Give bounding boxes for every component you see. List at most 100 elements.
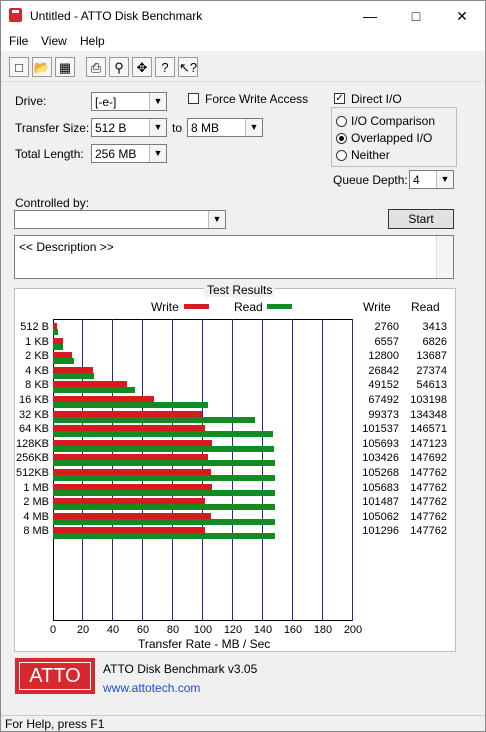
read-value: 54613 [416,379,447,392]
chevron-down-icon: ▼ [208,211,225,228]
y-tick-label: 2 KB [25,350,49,363]
queue-depth-value: 4 [413,173,420,187]
y-tick-label: 128KB [15,437,49,450]
controlled-by-label: Controlled by: [15,196,90,210]
description-scrollbar[interactable] [436,236,453,278]
read-value: 146571 [410,423,447,436]
write-value: 105693 [362,437,399,450]
y-tick-label: 64 KB [19,423,49,436]
start-button[interactable]: Start [388,209,454,229]
force-write-label: Force Write Access [205,92,309,106]
write-value: 101487 [362,496,399,509]
x-tick-label: 100 [193,624,213,636]
read-value: 3413 [422,321,447,333]
x-tick-label: 80 [166,624,180,636]
read-bar [53,489,275,496]
write-value: 105268 [362,467,399,479]
x-tick-label: 200 [343,624,363,636]
menu-file[interactable]: File [9,34,28,48]
maximize-button[interactable]: □ [393,1,439,31]
overlapped-io-label: Overlapped I/O [351,131,433,145]
drive-label: Drive: [15,94,47,108]
y-tick-label: 4 MB [23,510,49,523]
context-help-icon[interactable]: ↖? [178,57,198,77]
menu-help[interactable]: Help [80,34,105,48]
write-value: 99373 [368,408,399,421]
write-value: 101296 [362,525,399,538]
y-tick-label: 4 KB [25,364,49,377]
new-icon[interactable]: □ [9,57,29,77]
overlapped-io-radio[interactable] [336,133,347,144]
test-results-title: Test Results [204,283,276,297]
write-value: 67492 [368,394,399,406]
total-length-select[interactable]: 256 MB ▼ [91,144,167,163]
read-value: 147762 [410,525,447,538]
move-icon[interactable]: ✥ [132,57,152,77]
read-bar [53,431,273,438]
queue-depth-label: Queue Depth: [333,173,408,187]
website-link[interactable]: www.attotech.com [103,681,200,695]
title-bar: Untitled - ATTO Disk Benchmark — □ ✕ [1,1,485,31]
description-field[interactable]: << Description >> [14,235,454,279]
y-tick-label: 1 KB [25,335,49,348]
write-value: 12800 [368,350,399,363]
read-bar [53,372,95,379]
close-button[interactable]: ✕ [439,1,485,31]
open-icon[interactable]: 📂 [32,57,52,77]
x-tick-label: 40 [106,624,120,636]
read-value: 147762 [410,467,447,479]
read-bar [53,445,274,452]
read-bar [53,387,135,394]
write-value: 49152 [368,379,399,392]
y-tick-label: 16 KB [19,394,49,406]
toolbar: □ 📂 ▦ ⎙ ⚲ ✥ ? ↖? [1,53,485,82]
grid-line [292,319,293,621]
y-tick-label: 1 MB [23,481,49,494]
write-value: 101537 [362,423,399,436]
help-icon[interactable]: ? [155,57,175,77]
print-icon[interactable]: ⎙ [86,57,106,77]
chevron-down-icon: ▼ [436,171,453,188]
grid-line [232,319,233,621]
queue-depth-select[interactable]: 4 ▼ [409,170,454,189]
transfer-to-select[interactable]: 8 MB ▼ [187,118,263,137]
read-value: 6826 [422,335,447,348]
app-icon [9,8,22,22]
read-value: 27374 [416,364,447,377]
read-value: 147762 [410,510,447,523]
total-length-value: 256 MB [95,147,137,161]
y-tick-label: 256KB [15,452,49,465]
minimize-button[interactable]: — [347,1,393,31]
status-bar: For Help, press F1 [1,715,485,732]
io-comparison-label: I/O Comparison [351,114,436,128]
read-column-header: Read [411,300,440,314]
read-legend-label: Read [234,300,263,314]
write-value: 26842 [368,364,399,377]
read-value: 147123 [410,437,447,450]
read-value: 147762 [410,481,447,494]
direct-io-checkbox[interactable]: ✓ [334,93,345,104]
write-legend-swatch [184,304,209,309]
x-tick-label: 20 [76,624,90,636]
read-value: 13687 [416,350,447,363]
save-icon[interactable]: ▦ [55,57,75,77]
menu-view[interactable]: View [41,34,67,48]
menu-bar: File View Help [1,31,485,51]
transfer-from-select[interactable]: 512 B ▼ [91,118,167,137]
chevron-down-icon: ▼ [245,119,262,136]
read-bar [53,416,255,423]
neither-radio[interactable] [336,150,347,161]
x-tick-label: 0 [49,624,57,636]
write-legend-label: Write [151,300,179,314]
grid-line [322,319,323,621]
y-tick-label: 512KB [15,467,49,479]
neither-label: Neither [351,148,390,162]
print-preview-icon[interactable]: ⚲ [109,57,129,77]
io-comparison-radio[interactable] [336,116,347,127]
controlled-by-select[interactable]: ▼ [14,210,226,229]
drive-select[interactable]: [-e-] ▼ [91,92,167,111]
x-tick-label: 60 [136,624,150,636]
write-value: 105683 [362,481,399,494]
force-write-checkbox[interactable] [188,93,199,104]
read-bar [53,504,275,511]
